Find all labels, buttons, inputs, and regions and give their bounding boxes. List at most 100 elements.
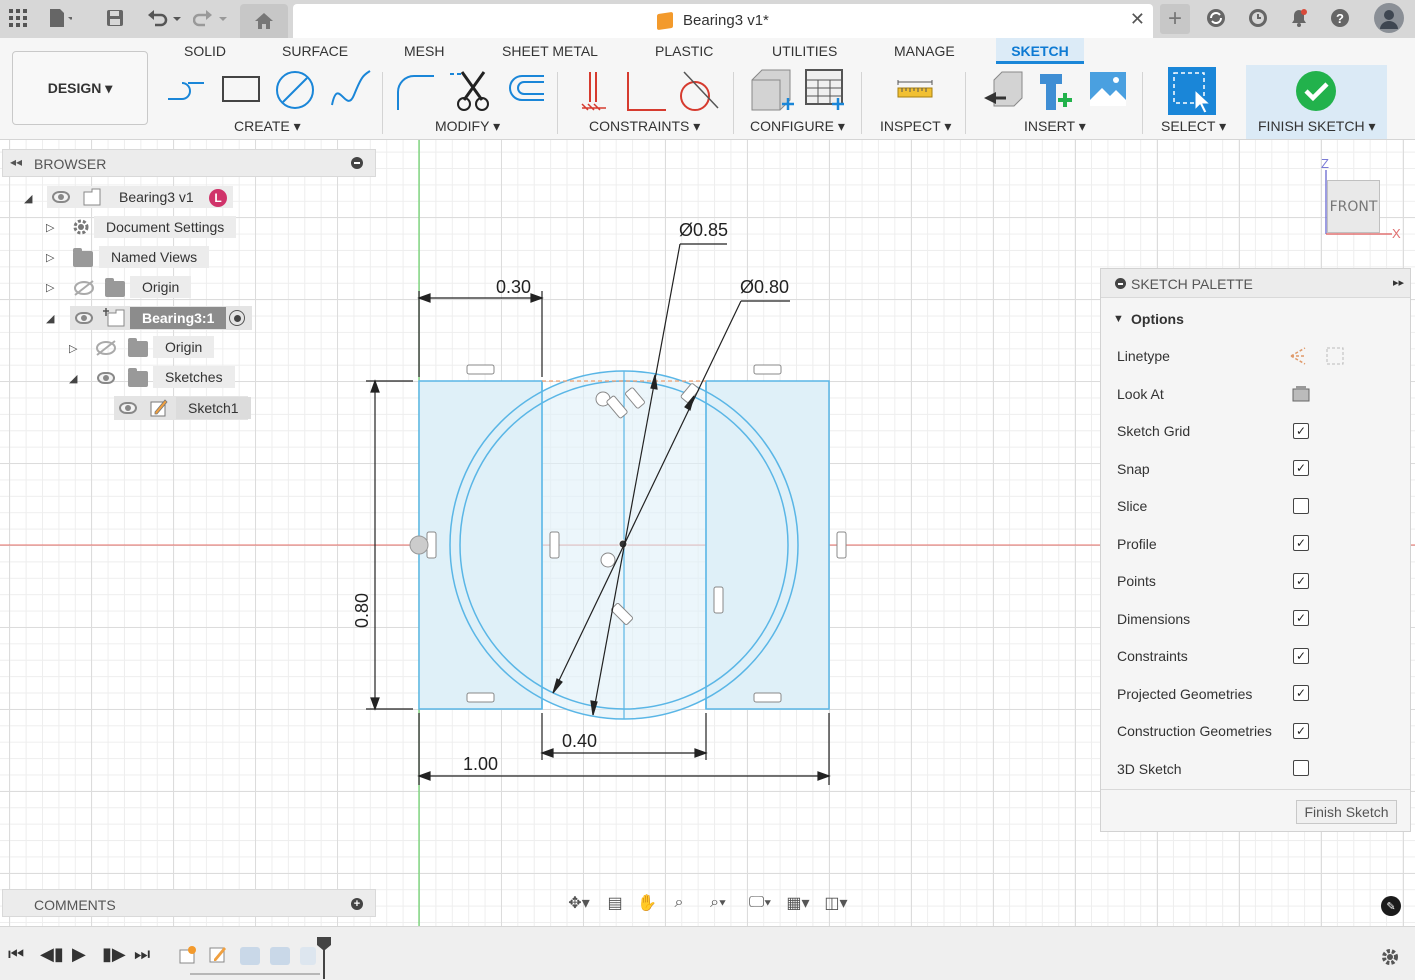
play-icon[interactable]: ▶ (72, 944, 86, 965)
snap-checkbox[interactable]: ✓ (1293, 460, 1309, 476)
gear-icon (73, 219, 89, 235)
construction-geometries-checkbox[interactable]: ✓ (1293, 723, 1309, 739)
collapsed-triangle-icon[interactable]: ▷ (46, 221, 54, 234)
look-at-icon[interactable] (1292, 385, 1310, 403)
timeline-future-feature-icon[interactable] (270, 947, 290, 965)
options-collapse-icon[interactable]: ▼ (1113, 313, 1124, 325)
look-at-icon[interactable]: ▤ (604, 893, 626, 913)
palette-pin-icon[interactable]: ▸▸ (1393, 276, 1404, 289)
timeline-bar: ⏮ ◀▮ ▶ ▮▶ ⏭ (0, 926, 1415, 980)
dim-inner-width-label[interactable]: 0.40 (562, 731, 597, 751)
sketch-status-icon[interactable]: ✎ (1381, 896, 1401, 916)
sketch-grid-checkbox[interactable]: ✓ (1293, 423, 1309, 439)
finish-sketch-button[interactable]: Finish Sketch (1296, 800, 1397, 824)
browser-item-origin-sub[interactable]: Origin (153, 336, 215, 358)
zoom-window-icon[interactable]: ⌕▾ (700, 893, 736, 913)
linetype-label: Linetype (1117, 348, 1170, 364)
look-at-label: Look At (1117, 386, 1164, 402)
component-icon (83, 188, 101, 206)
sketch-palette-header[interactable]: SKETCH PALETTE ▸▸ (1101, 269, 1410, 298)
display-settings-icon[interactable]: 🖵▾ (742, 893, 778, 913)
timeline-future-feature-icon[interactable] (240, 947, 260, 965)
collapsed-triangle-icon[interactable]: ▷ (46, 251, 54, 264)
projected-geometries-checkbox[interactable]: ✓ (1293, 685, 1309, 701)
projected-geometries-label: Projected Geometries (1117, 686, 1253, 702)
browser-item-origin[interactable]: Origin (130, 276, 192, 298)
expanded-triangle-icon[interactable]: ◢ (69, 372, 77, 385)
folder-icon (73, 248, 93, 267)
expanded-triangle-icon[interactable]: ◢ (24, 192, 32, 205)
viewcube-x-label: X (1392, 226, 1401, 241)
browser-minimize-icon[interactable] (351, 157, 363, 169)
add-comment-icon[interactable]: + (351, 898, 363, 910)
browser-item-sketches[interactable]: Sketches (153, 366, 235, 388)
timeline-marker[interactable] (316, 937, 332, 979)
browser-item-document-settings[interactable]: Document Settings (94, 216, 237, 238)
sketch-icon (150, 399, 168, 417)
pan-hand-icon[interactable]: ✋ (636, 893, 658, 913)
view-cube[interactable]: FRONT (1327, 180, 1380, 233)
collapsed-triangle-icon[interactable]: ▷ (46, 281, 54, 294)
dim-height-label[interactable]: 0.80 (352, 593, 372, 628)
browser-item-sketch1[interactable]: Sketch1 (176, 396, 251, 420)
browser-root-label: Bearing3 v1 (119, 189, 194, 205)
dim-top-left-label[interactable]: 0.30 (496, 277, 531, 297)
3d-sketch-checkbox[interactable] (1293, 760, 1309, 776)
browser-item-named-views[interactable]: Named Views (99, 246, 210, 268)
folder-icon (128, 338, 148, 357)
hidden-eye-icon[interactable] (95, 340, 117, 356)
step-back-icon[interactable]: ◀▮ (40, 944, 64, 965)
dim-dia-inner-label[interactable]: Ø0.80 (740, 277, 789, 297)
visibility-eye-icon[interactable] (119, 402, 137, 414)
timeline-future-feature-icon[interactable] (300, 947, 316, 965)
visibility-eye-icon[interactable] (97, 372, 115, 384)
dim-dia-outer-label[interactable]: Ø0.85 (679, 220, 728, 240)
viewcube-z-label: Z (1321, 156, 1329, 171)
options-section-title: Options (1131, 311, 1184, 327)
timeline-settings-gear-icon[interactable] (1380, 947, 1400, 967)
timeline-component-feature-icon[interactable] (178, 945, 198, 965)
viewports-icon[interactable]: ◫▾ (818, 893, 854, 913)
visibility-eye-icon[interactable] (52, 191, 70, 203)
expanded-triangle-icon[interactable]: ◢ (46, 312, 54, 325)
activate-component-radio[interactable] (229, 310, 245, 326)
palette-collapse-icon[interactable] (1115, 278, 1126, 289)
hidden-eye-icon[interactable] (73, 280, 95, 296)
browser-panel-header[interactable]: ◂◂ BROWSER (2, 149, 376, 177)
browser-title: BROWSER (34, 156, 107, 172)
navigation-bar: ✥▾ ▤ ✋ ⌕ ⌕▾ 🖵▾ ▦▾ ◫▾ (560, 889, 856, 917)
collapse-browser-icon[interactable]: ◂◂ (10, 155, 22, 169)
constraints-label: Constraints (1117, 648, 1188, 664)
slice-checkbox[interactable] (1293, 498, 1309, 514)
origin-point[interactable] (409, 535, 429, 555)
step-forward-icon[interactable]: ▮▶ (102, 944, 126, 965)
zoom-icon[interactable]: ⌕ (668, 893, 690, 913)
palette-divider (1101, 789, 1410, 790)
profile-label: Profile (1117, 536, 1157, 552)
grid-settings-icon[interactable]: ▦▾ (780, 893, 816, 913)
sketch-palette-title: SKETCH PALETTE (1131, 276, 1253, 292)
constraints-checkbox[interactable]: ✓ (1293, 648, 1309, 664)
go-to-start-icon[interactable]: ⏮ (8, 944, 24, 965)
user-lock-badge: L (209, 189, 227, 207)
folder-icon (105, 278, 125, 297)
timeline-track (190, 973, 320, 975)
orbit-icon[interactable]: ✥▾ (562, 893, 596, 913)
points-checkbox[interactable]: ✓ (1293, 573, 1309, 589)
dimensions-checkbox[interactable]: ✓ (1293, 610, 1309, 626)
component-anchor-icon (103, 308, 125, 327)
linetype-construction-icon[interactable] (1287, 345, 1347, 367)
go-to-end-icon[interactable]: ⏭ (134, 944, 150, 965)
slice-label: Slice (1117, 498, 1148, 514)
browser-item-bearing3-component[interactable]: Bearing3:1 (130, 306, 227, 330)
dim-total-width-label[interactable]: 1.00 (463, 754, 498, 774)
dimensions-label: Dimensions (1117, 611, 1191, 627)
timeline-sketch-feature-icon[interactable] (208, 945, 230, 965)
comments-panel-header[interactable]: COMMENTS + (2, 889, 376, 917)
collapsed-triangle-icon[interactable]: ▷ (69, 342, 77, 355)
visibility-eye-icon[interactable] (75, 312, 93, 324)
points-label: Points (1117, 573, 1156, 589)
browser-root-item[interactable]: Bearing3 v1 L (47, 186, 233, 208)
comments-title: COMMENTS (34, 897, 116, 913)
profile-checkbox[interactable]: ✓ (1293, 535, 1309, 551)
